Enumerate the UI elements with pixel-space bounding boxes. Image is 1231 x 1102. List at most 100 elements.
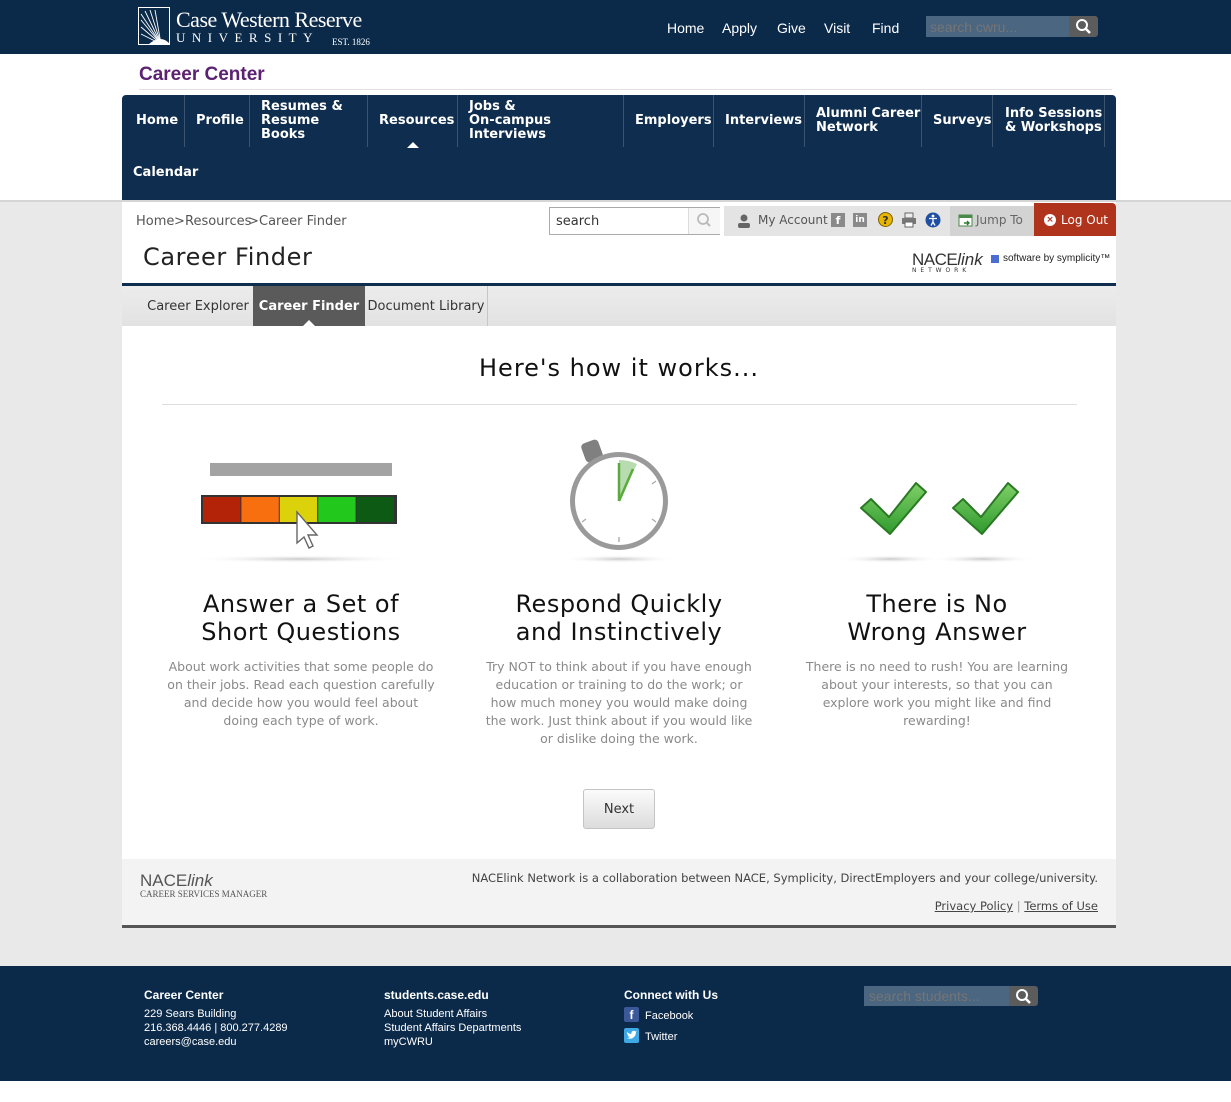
scale-segment <box>203 497 241 522</box>
facebook-icon[interactable]: f <box>831 213 845 227</box>
breadcrumb-current: Career Finder <box>259 214 347 229</box>
my-account-link[interactable]: My Account <box>758 213 828 227</box>
search-icon <box>1016 989 1031 1004</box>
footer-link-about[interactable]: About Student Affairs <box>384 1007 521 1021</box>
cwru-search-input[interactable] <box>926 16 1069 37</box>
search-icon <box>1076 19 1091 34</box>
university-name-sub: UNIVERSITY <box>176 30 319 45</box>
module-footer <box>122 859 1116 925</box>
help-icon[interactable]: ? <box>878 212 893 227</box>
tab-document-library[interactable]: Document Library <box>365 286 488 326</box>
university-seal-icon <box>138 7 170 45</box>
nav-resources[interactable]: Resources <box>368 95 457 147</box>
jump-to-label: Jump To <box>976 213 1023 227</box>
nav-jobs-label-2: On-campus Interviews <box>469 113 552 142</box>
footer-address: 229 Sears Building <box>144 1008 237 1020</box>
symplicity-mark-icon <box>991 255 999 263</box>
nav-profile-label: Profile <box>196 113 244 128</box>
students-search-button[interactable] <box>1009 986 1038 1006</box>
nav-active-indicator <box>407 142 419 148</box>
nav-resumes-label-1: Resumes & <box>261 99 343 114</box>
nav-profile[interactable]: Profile <box>185 95 249 147</box>
nav-surveys[interactable]: Surveys <box>922 95 992 147</box>
print-icon[interactable] <box>901 212 917 228</box>
scale-segment <box>356 497 394 522</box>
nav-jobs[interactable]: Jobs & On-campus Interviews <box>458 95 623 147</box>
university-est: EST. 1826 <box>332 37 370 47</box>
top-nav-home[interactable]: Home <box>667 20 704 36</box>
nav-employers[interactable]: Employers <box>624 95 713 147</box>
facebook-icon[interactable]: f <box>624 1007 639 1022</box>
nav-interviews-label: Interviews <box>725 113 803 128</box>
top-nav-find[interactable]: Find <box>872 20 899 36</box>
footer-facebook-link[interactable]: Facebook <box>645 1009 693 1023</box>
nav-alumni-label-2: Network <box>816 120 878 135</box>
nav-resources-label: Resources <box>379 113 455 128</box>
collaboration-note: NACElink Network is a collaboration betw… <box>471 871 1098 885</box>
nav-separator <box>1104 95 1105 147</box>
nav-info-sessions[interactable]: Info Sessions & Workshops <box>994 95 1104 147</box>
nav-interviews[interactable]: Interviews <box>714 95 804 147</box>
top-nav-visit[interactable]: Visit <box>824 20 850 36</box>
top-nav-apply[interactable]: Apply <box>722 20 757 36</box>
linkedin-icon[interactable]: in <box>853 213 867 227</box>
next-button[interactable]: Next <box>583 789 655 829</box>
step-1-description: About work activities that some people d… <box>167 659 435 728</box>
stopwatch-icon <box>561 439 677 563</box>
step-3-description: There is no need to rush! You are learni… <box>805 659 1069 728</box>
footer-email-link[interactable]: careers@case.edu <box>144 1035 288 1049</box>
nacelink-csm-logo: NACElink CAREER SERVICES MANAGER <box>140 871 268 899</box>
breadcrumb-separator: > <box>174 214 185 229</box>
nav-alumni-career-network[interactable]: Alumni Career Network <box>805 95 921 147</box>
section-divider <box>162 404 1077 405</box>
footer-divider <box>122 925 1116 928</box>
students-search-input[interactable] <box>864 986 1009 1006</box>
tab-career-explorer[interactable]: Career Explorer <box>143 286 253 326</box>
step-2-title: Respond Quickly and Instinctively <box>515 590 723 646</box>
nav-home[interactable]: Home <box>125 95 184 147</box>
terms-of-use-link[interactable]: Terms of Use <box>1024 899 1098 913</box>
nav-home-label: Home <box>136 113 179 128</box>
cwru-search-button[interactable] <box>1069 16 1098 37</box>
breadcrumb-resources[interactable]: Resources <box>185 214 251 229</box>
jump-to-button[interactable]: Jump To <box>950 206 1034 236</box>
search-icon <box>697 213 711 227</box>
breadcrumb-separator: > <box>248 214 259 229</box>
log-out-button[interactable]: × Log Out <box>1034 203 1116 236</box>
checkmarks-illustration <box>838 482 1035 563</box>
log-out-label: Log Out <box>1061 213 1109 227</box>
page-title: Career Finder <box>143 243 313 271</box>
footer-col-title[interactable]: students.case.edu <box>384 988 521 1002</box>
accessibility-icon[interactable] <box>925 212 941 228</box>
site-title[interactable]: Career Center <box>139 64 265 86</box>
breadcrumb-home[interactable]: Home <box>136 214 174 229</box>
step-1-title: Answer a Set of Short Questions <box>201 590 401 646</box>
footer-students: students.case.edu About Student Affairs … <box>384 988 521 1049</box>
footer-link-mycwru[interactable]: myCWRU <box>384 1035 521 1049</box>
section-heading: Here's how it works... <box>479 354 759 382</box>
step-3-title: There is No Wrong Answer <box>847 590 1027 646</box>
nav-resumes-label-2: Resume Books <box>261 113 320 142</box>
footer-col-title: Connect with Us <box>624 988 719 1002</box>
jump-to-icon <box>958 214 973 227</box>
footer-link-departments[interactable]: Student Affairs Departments <box>384 1021 521 1035</box>
nav-employers-label: Employers <box>635 113 712 128</box>
nav-jobs-label-1: Jobs & <box>469 99 516 114</box>
privacy-policy-link[interactable]: Privacy Policy <box>935 899 1013 913</box>
twitter-icon[interactable] <box>624 1028 639 1043</box>
nav-resumes[interactable]: Resumes & Resume Books <box>250 95 367 147</box>
divider <box>139 89 1112 90</box>
footer-career-center: Career Center 229 Sears Building 216.368… <box>144 988 288 1049</box>
nav-info-label-1: Info Sessions <box>1005 106 1103 121</box>
nav-separator <box>992 95 993 147</box>
top-nav-give[interactable]: Give <box>777 20 806 36</box>
nav-calendar[interactable]: Calendar <box>122 147 202 199</box>
nacelink-network-logo: NACElink N E T W O R K <box>912 250 983 274</box>
university-logo[interactable]: Case Western Reserve UNIVERSITY EST. 182… <box>138 6 378 48</box>
scale-segment <box>241 497 279 522</box>
footer-col-title: Career Center <box>144 988 224 1002</box>
account-toolbar: My Account f in ? <box>724 206 950 236</box>
site-search-button[interactable] <box>688 208 720 234</box>
footer-twitter-link[interactable]: Twitter <box>645 1030 677 1044</box>
rating-scale-illustration <box>190 463 410 563</box>
